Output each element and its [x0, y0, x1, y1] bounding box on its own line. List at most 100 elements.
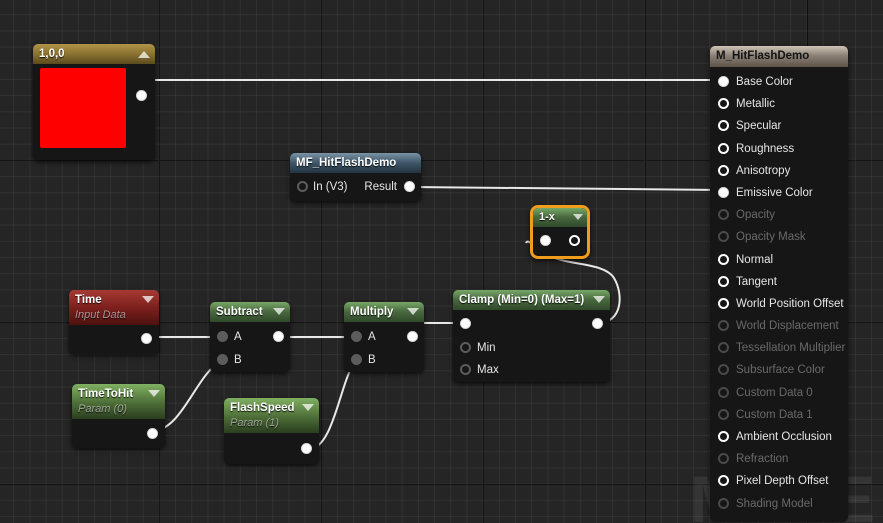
pin-material-custom-data-1[interactable] [718, 408, 729, 420]
node-multiply-header[interactable]: Multiply [344, 302, 424, 322]
pin-material-metallic[interactable] [718, 98, 729, 110]
pin-one-minus-input[interactable] [540, 235, 551, 246]
chevron-down-icon[interactable] [273, 308, 285, 315]
pin-material-subsurface-color[interactable] [718, 364, 729, 376]
pin-multiply-a[interactable] [351, 331, 362, 342]
pin-mf-output[interactable] [404, 181, 415, 192]
pin-flashspeed-output[interactable] [301, 443, 312, 454]
material-pin-row[interactable]: Opacity Mask [710, 226, 848, 248]
material-pin-row[interactable]: Specular [710, 115, 848, 137]
pin-material-emissive-color[interactable] [718, 186, 729, 198]
material-pin-row[interactable]: Roughness [710, 138, 848, 160]
material-pin-row[interactable]: Custom Data 0 [710, 382, 848, 404]
material-pin-row[interactable]: Tessellation Multiplier [710, 337, 848, 359]
node-time-title: Time [75, 294, 102, 306]
pin-material-pixel-depth-offset[interactable] [718, 475, 729, 487]
pin-multiply-b[interactable] [351, 354, 362, 365]
node-one-minus-header[interactable]: 1-x [533, 208, 587, 227]
node-constant-title: 1,0,0 [39, 48, 65, 60]
pin-multiply-output[interactable] [407, 331, 418, 342]
material-pin-row[interactable]: Emissive Color [710, 182, 848, 204]
chevron-down-icon[interactable] [573, 214, 583, 220]
node-timetohit-header[interactable]: TimeToHit Param (0) [72, 384, 165, 419]
pin-constant-output[interactable] [136, 90, 147, 101]
chevron-down-icon[interactable] [302, 404, 314, 411]
material-pin-row[interactable]: Tangent [710, 271, 848, 293]
node-material-header[interactable]: M_HitFlashDemo [710, 46, 848, 67]
pin-material-tessellation-multiplier[interactable] [718, 342, 729, 354]
node-param-flashspeed[interactable]: FlashSpeed Param (1) [224, 398, 319, 464]
node-material-output[interactable]: M_HitFlashDemo Base Color Metallic Specula… [710, 46, 848, 522]
material-pin-row[interactable]: Opacity [710, 204, 848, 226]
pin-material-world-displacement[interactable] [718, 320, 729, 332]
material-pin-row[interactable]: Pixel Depth Offset [710, 470, 848, 492]
chevron-down-icon[interactable] [407, 308, 419, 315]
material-pin-label: Refraction [736, 453, 789, 466]
node-time-header[interactable]: Time Input Data [69, 290, 159, 325]
node-constant-body [33, 64, 155, 160]
pin-material-refraction[interactable] [718, 453, 729, 465]
pin-material-opacity-mask[interactable] [718, 231, 729, 243]
material-pin-row[interactable]: World Position Offset [710, 293, 848, 315]
pin-material-anisotropy[interactable] [718, 164, 729, 176]
node-time[interactable]: Time Input Data [69, 290, 159, 354]
pin-subtract-output[interactable] [273, 331, 284, 342]
material-pin-row[interactable]: World Displacement [710, 315, 848, 337]
node-timetohit-body [72, 419, 165, 448]
pin-subtract-b[interactable] [217, 354, 228, 365]
pin-material-ambient-occlusion[interactable] [718, 431, 729, 442]
pin-clamp-output[interactable] [592, 318, 603, 329]
pin-mf-input-label: In (V3) [313, 181, 348, 193]
pin-material-specular[interactable] [718, 120, 729, 132]
pin-subtract-a[interactable] [217, 331, 228, 342]
material-pin-row[interactable]: Anisotropy [710, 160, 848, 182]
pin-time-output[interactable] [141, 333, 152, 344]
pin-mf-input[interactable] [297, 181, 308, 192]
pin-timetohit-output[interactable] [147, 428, 158, 439]
pin-material-base-color[interactable] [718, 76, 729, 87]
pin-material-opacity[interactable] [718, 209, 729, 221]
pin-material-roughness[interactable] [718, 142, 729, 154]
chevron-down-icon[interactable] [142, 296, 154, 303]
node-constant-vector[interactable]: 1,0,0 [33, 44, 155, 160]
material-pin-label: Base Color [736, 76, 793, 88]
node-constant-header[interactable]: 1,0,0 [33, 44, 155, 64]
node-clamp[interactable]: Clamp (Min=0) (Max=1) Min Max [453, 290, 610, 382]
pin-material-world-position-offset[interactable] [718, 297, 729, 309]
node-one-minus[interactable]: 1-x [530, 205, 590, 259]
node-param-timetohit[interactable]: TimeToHit Param (0) [72, 384, 165, 448]
material-pin-row[interactable]: Shading Model [710, 493, 848, 515]
node-one-minus-title: 1-x [539, 211, 555, 223]
material-pin-row[interactable]: Normal [710, 249, 848, 271]
node-clamp-body: Min Max [453, 310, 610, 382]
node-mf-header[interactable]: MF_HitFlashDemo [290, 153, 421, 173]
material-pin-row[interactable]: Custom Data 1 [710, 404, 848, 426]
node-subtract-header[interactable]: Subtract [210, 302, 290, 322]
node-multiply[interactable]: Multiply A B [344, 302, 424, 372]
material-graph-canvas[interactable]: MATE 1,0,0 MF_HitFlashDemo [0, 0, 883, 523]
material-pin-row[interactable]: Subsurface Color [710, 359, 848, 381]
pin-clamp-max[interactable] [460, 364, 471, 375]
pin-clamp-min-label: Min [477, 342, 496, 354]
material-pin-row[interactable]: Refraction [710, 448, 848, 470]
material-pin-label: Subsurface Color [736, 364, 825, 377]
node-subtract[interactable]: Subtract A B [210, 302, 290, 372]
pin-material-shading-model[interactable] [718, 497, 729, 509]
material-pin-row[interactable]: Metallic [710, 93, 848, 115]
node-clamp-header[interactable]: Clamp (Min=0) (Max=1) [453, 290, 610, 310]
material-pin-row[interactable]: Ambient Occlusion [710, 426, 848, 448]
chevron-down-icon[interactable] [593, 296, 605, 303]
color-swatch[interactable] [40, 68, 126, 148]
material-pin-row[interactable]: Base Color [710, 71, 848, 93]
pin-clamp-input[interactable] [460, 318, 471, 329]
pin-material-normal[interactable] [718, 253, 729, 265]
node-flashspeed-header[interactable]: FlashSpeed Param (1) [224, 398, 319, 433]
chevron-down-icon[interactable] [148, 390, 160, 397]
pin-material-tangent[interactable] [718, 275, 729, 287]
node-material-function[interactable]: MF_HitFlashDemo In (V3) Result [290, 153, 421, 201]
pin-clamp-min[interactable] [460, 342, 471, 353]
pin-material-custom-data-0[interactable] [718, 386, 729, 398]
node-timetohit-title: TimeToHit [78, 388, 134, 400]
chevron-up-icon[interactable] [138, 51, 150, 58]
pin-one-minus-output[interactable] [569, 235, 580, 246]
